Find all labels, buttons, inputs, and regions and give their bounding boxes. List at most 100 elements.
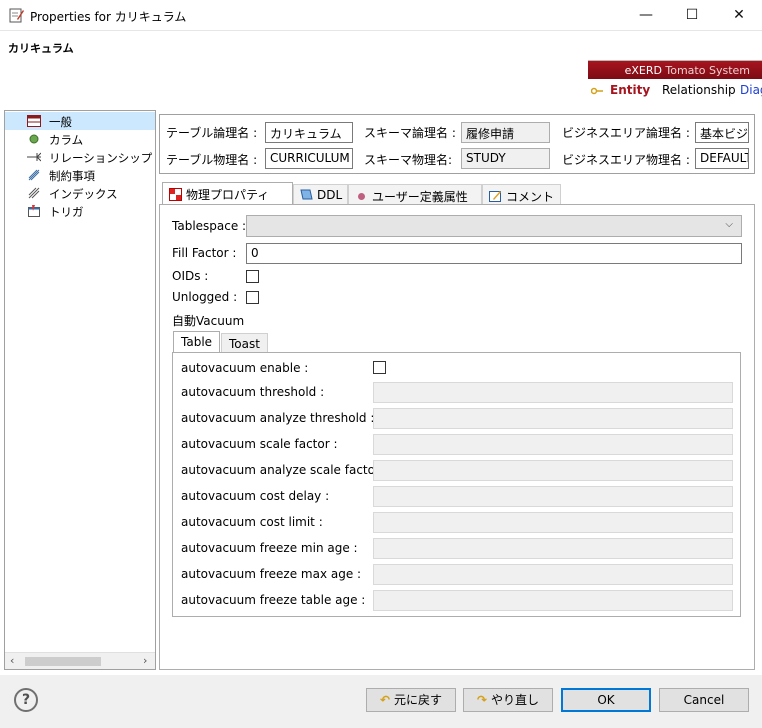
autovacuum-section-label: 自動Vacuum	[172, 314, 245, 328]
sidebar-item-triggers[interactable]: トリガ	[5, 202, 155, 220]
autovacuum-row-field[interactable]	[373, 486, 733, 507]
redo-label: やり直し	[490, 693, 539, 707]
autovacuum-row-label: autovacuum cost delay :	[181, 489, 330, 503]
logical-name-field[interactable]: カリキュラム	[265, 122, 353, 143]
oids-checkbox[interactable]	[246, 270, 259, 283]
table-icon	[27, 115, 41, 127]
schema-physical-field: STUDY	[461, 148, 550, 169]
brand-banner: eXERD Tomato System Entity Relationship …	[588, 60, 762, 102]
sidebar-item-label: 一般	[49, 115, 72, 129]
autovacuum-row-field[interactable]	[373, 564, 733, 585]
scroll-thumb[interactable]	[25, 657, 101, 666]
autovacuum-row-field[interactable]	[373, 590, 733, 611]
relationship-arrow-icon	[27, 152, 41, 162]
properties-app-icon	[9, 8, 24, 23]
redo-icon: ↷	[477, 693, 488, 707]
comment-icon	[489, 191, 501, 202]
autovacuum-row-field[interactable]	[373, 512, 733, 533]
oids-label: OIDs :	[172, 269, 209, 283]
tab-label: DDL	[317, 188, 343, 202]
autovacuum-row-label: autovacuum analyze scale factor :	[181, 463, 388, 477]
sidebar-item-label: リレーションシップ	[49, 151, 153, 165]
index-icon	[28, 187, 40, 199]
tab-label: 物理プロパティ	[186, 188, 270, 202]
tab-toast[interactable]: Toast	[221, 333, 268, 354]
trigger-icon	[28, 205, 40, 217]
sidebar-item-label: カラム	[49, 133, 84, 147]
tablespace-label: Tablespace :	[172, 219, 247, 233]
chevron-down-icon: ⌵	[725, 219, 733, 230]
sidebar-item-label: 制約事項	[49, 169, 95, 183]
ddl-icon	[300, 189, 313, 200]
cancel-button[interactable]: Cancel	[659, 688, 749, 712]
autovacuum-row-field[interactable]	[373, 460, 733, 481]
undo-icon: ↶	[380, 693, 391, 707]
title-bar: Properties for カリキュラム — ☐ ✕	[0, 0, 762, 31]
sidebar-item-indexes[interactable]: インデックス	[5, 184, 155, 202]
business-area-logical-label: ビジネスエリア論理名 :	[562, 126, 690, 140]
tablespace-select[interactable]: ⌵	[246, 215, 742, 237]
logical-name-label: テーブル論理名 :	[166, 126, 258, 140]
tab-label: コメント	[506, 190, 555, 204]
maximize-button[interactable]: ☐	[669, 0, 715, 31]
brand-bar: eXERD Tomato System	[588, 61, 762, 79]
tab-table[interactable]: Table	[173, 331, 221, 354]
schema-logical-label: スキーマ論理名 :	[364, 126, 456, 140]
sidebar-item-columns[interactable]: カラム	[5, 130, 155, 148]
sidebar-item-general[interactable]: 一般	[5, 112, 155, 130]
user-attr-icon	[358, 193, 365, 200]
physical-name-label: テーブル物理名 :	[166, 153, 258, 167]
business-area-logical-field[interactable]: 基本ビジ	[695, 122, 749, 143]
scroll-right-icon[interactable]: ›	[143, 654, 147, 667]
unlogged-checkbox[interactable]	[246, 291, 259, 304]
redo-button[interactable]: ↷ やり直し	[463, 688, 553, 712]
autovacuum-row-label: autovacuum scale factor :	[181, 437, 338, 451]
sidebar-item-constraints[interactable]: 制約事項	[5, 166, 155, 184]
restore-label: 元に戻す	[393, 693, 442, 707]
horizontal-scrollbar[interactable]: ‹ ›	[5, 652, 155, 669]
banner-tab-relationship[interactable]: Relationship	[662, 83, 736, 105]
close-button[interactable]: ✕	[716, 0, 762, 31]
column-dot-icon	[29, 134, 39, 144]
sidebar-item-label: インデックス	[49, 187, 118, 201]
autovacuum-row-field[interactable]	[373, 538, 733, 559]
business-area-physical-field[interactable]: DEFAULT	[695, 148, 749, 169]
autovacuum-row-label: autovacuum freeze min age :	[181, 541, 358, 555]
window-title: Properties for カリキュラム	[30, 10, 187, 24]
schema-physical-label: スキーマ物理名:	[364, 153, 453, 167]
tab-comment[interactable]: コメント	[482, 184, 561, 206]
category-tree[interactable]: 一般 カラム リレーションシップ 制約事項 インデックス トリガ ‹ ›	[4, 110, 156, 670]
autovacuum-row-label: autovacuum freeze table age :	[181, 593, 366, 607]
key-icon	[591, 87, 603, 95]
schema-logical-field: 履修申請	[461, 122, 550, 143]
physical-name-field[interactable]: CURRICULUM	[265, 148, 353, 169]
fill-factor-label: Fill Factor :	[172, 246, 237, 260]
business-area-physical-label: ビジネスエリア物理名 :	[562, 153, 690, 167]
banner-tab-diagram[interactable]: Diag	[740, 83, 762, 105]
autovacuum-row-label: autovacuum cost limit :	[181, 515, 323, 529]
brand-name: eXERD	[624, 64, 662, 77]
constraint-icon	[28, 169, 40, 181]
help-button[interactable]: ?	[14, 688, 38, 712]
autovacuum-enable-checkbox[interactable]	[373, 361, 386, 374]
header-title: カリキュラム	[8, 42, 74, 55]
banner-tab-entity[interactable]: Entity	[610, 83, 650, 105]
scroll-left-icon[interactable]: ‹	[10, 654, 14, 667]
autovacuum-enable-label: autovacuum enable :	[181, 361, 309, 375]
autovacuum-row-label: autovacuum analyze threshold :	[181, 411, 375, 425]
restore-defaults-button[interactable]: ↶ 元に戻す	[366, 688, 456, 712]
tab-physical-properties[interactable]: 物理プロパティ	[162, 182, 293, 206]
autovacuum-row-field[interactable]	[373, 434, 733, 455]
properties-icon	[169, 188, 182, 201]
autovacuum-row-field[interactable]	[373, 408, 733, 429]
autovacuum-row-label: autovacuum threshold :	[181, 385, 325, 399]
tab-user-attributes[interactable]: ユーザー定義属性	[348, 184, 482, 206]
fill-factor-input[interactable]: 0	[246, 243, 742, 264]
minimize-button[interactable]: —	[623, 0, 669, 31]
autovacuum-row-field[interactable]	[373, 382, 733, 403]
autovacuum-row-label: autovacuum freeze max age :	[181, 567, 362, 581]
unlogged-label: Unlogged :	[172, 290, 238, 304]
sidebar-item-relationships[interactable]: リレーションシップ	[5, 148, 155, 166]
tab-ddl[interactable]: DDL	[293, 184, 348, 206]
ok-button[interactable]: OK	[561, 688, 651, 712]
